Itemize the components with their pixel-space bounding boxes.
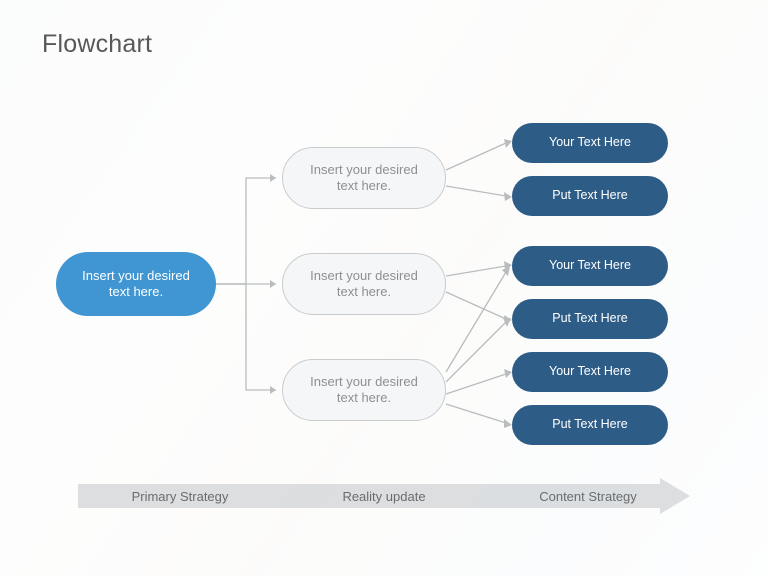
root-node: Insert your desired text here. [56,252,216,316]
timeline-label-3: Content Strategy [486,489,690,504]
timeline-labels: Primary Strategy Reality update Content … [78,478,690,514]
mid-node-1: Insert your desired text here. [282,147,446,209]
leaf-node-1: Your Text Here [512,123,668,163]
slide-title: Flowchart [42,30,152,59]
leaf-node-6: Put Text Here [512,405,668,445]
timeline-arrow: Primary Strategy Reality update Content … [78,478,690,514]
timeline-label-1: Primary Strategy [78,489,282,504]
timeline-label-2: Reality update [282,489,486,504]
leaf-node-2: Put Text Here [512,176,668,216]
leaf-node-5: Your Text Here [512,352,668,392]
leaf-node-4: Put Text Here [512,299,668,339]
mid-node-3: Insert your desired text here. [282,359,446,421]
leaf-node-3: Your Text Here [512,246,668,286]
slide: Flowchart Insert your desired text here.… [0,0,768,576]
mid-node-2: Insert your desired text here. [282,253,446,315]
